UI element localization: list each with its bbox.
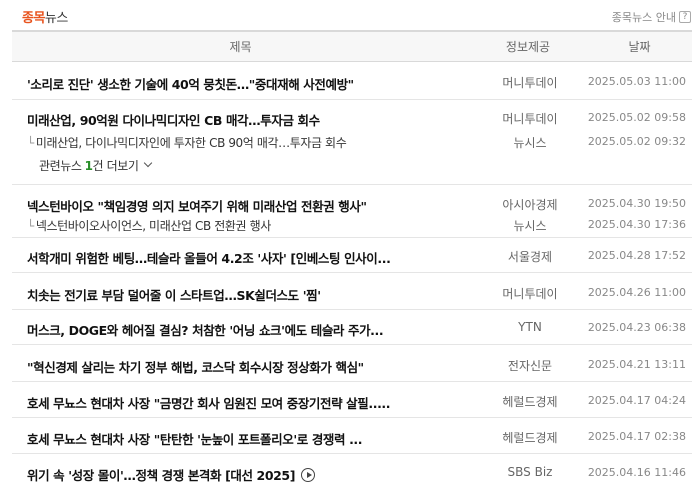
news-header: 종목뉴스 종목뉴스 안내 ? (0, 0, 699, 30)
chevron-down-icon (143, 158, 152, 168)
related-news-more-button[interactable]: 관련뉴스 1건 더보기 (12, 157, 469, 174)
news-guide-link[interactable]: 종목뉴스 안내 ? (612, 9, 691, 25)
news-source: 머니투데이 (469, 98, 587, 129)
related-news-count: 1 (84, 158, 93, 173)
news-date: 2025.05.02 09:58 (587, 98, 692, 129)
table-row: 호세 무뇨스 현대차 사장 "탄탄한 '눈높이 포트폴리오'로 경쟁력 ... … (12, 416, 692, 453)
help-icon: ? (679, 11, 691, 23)
news-source: 헤럴드경제 (469, 416, 587, 453)
news-source: 머니투데이 (469, 271, 587, 309)
column-header-title: 제목 (12, 30, 469, 62)
news-source: 아시아경제 (469, 184, 587, 215)
news-source: 뉴시스 (513, 135, 547, 150)
table-row: 넥스턴바이오 "책임경영 의지 보여주기 위해 미래산업 전환권 행사" 아시아… (12, 184, 692, 215)
table-header-row: 제목 정보제공 날짜 (12, 30, 692, 62)
branch-icon: └ (27, 135, 34, 150)
news-date: 2025.04.17 04:24 (587, 380, 692, 417)
news-title-link[interactable]: 미래산업, 90억원 다이나믹디자인 CB 매각…투자금 회수 (12, 110, 469, 129)
column-header-source: 정보제공 (469, 30, 587, 62)
news-title-link[interactable]: 머스크, DOGE와 헤어질 결심? 처참한 '어닝 쇼크'에도 테슬라 주가.… (12, 320, 469, 339)
related-news-title-link[interactable]: 넥스턴바이오사이언스, 미래산업 CB 전환권 행사 (36, 219, 271, 233)
news-date: 2025.05.03 11:00 (587, 74, 686, 88)
table-row: 호세 무뇨스 현대차 사장 "금명간 회사 임원진 모여 중장기전략 살필...… (12, 380, 692, 417)
section-title: 종목뉴스 (22, 7, 68, 26)
news-title-link[interactable]: 호세 무뇨스 현대차 사장 "탄탄한 '눈높이 포트폴리오'로 경쟁력 ... (12, 429, 469, 448)
news-date: 2025.04.17 02:38 (587, 416, 692, 453)
news-title-link[interactable]: 서학개미 위험한 베팅…테슬라 올들어 4.2조 '사자' [인베스팅 인사이.… (12, 248, 469, 267)
column-header-date: 날짜 (587, 30, 692, 62)
news-title-link[interactable]: "혁신경제 살리는 차기 정부 해법, 코스닥 회수시장 정상화가 핵심" (12, 357, 469, 376)
news-title-link[interactable]: 치솟는 전기료 부담 덜어줄 이 스타트업…SK쉴더스도 '찜' (12, 285, 469, 304)
table-row: 서학개미 위험한 베팅…테슬라 올들어 4.2조 '사자' [인베스팅 인사이.… (12, 236, 692, 272)
table-row: 머스크, DOGE와 헤어질 결심? 처참한 '어닝 쇼크'에도 테슬라 주가.… (12, 308, 692, 344)
section-title-rest: 뉴스 (44, 11, 68, 26)
news-date: 2025.05.02 09:32 (587, 134, 686, 148)
related-news-prefix: 관련뉴스 (39, 158, 82, 173)
table-row: '소리로 진단' 생소한 기술에 40억 뭉칫돈…"중대재해 사전예방" 머니투… (12, 61, 692, 99)
table-row: "혁신경제 살리는 차기 정부 해법, 코스닥 회수시장 정상화가 핵심" 전자… (12, 343, 692, 381)
related-news-suffix: 건 더보기 (92, 158, 139, 173)
news-source: YTN (469, 308, 587, 344)
news-source: SBS Biz (469, 452, 587, 489)
news-date: 2025.04.23 06:38 (587, 308, 692, 344)
table-subrow: └ 미래산업, 다이나믹디자인에 투자한 CB 90억 매각…투자금 회수 뉴시스… (12, 129, 692, 151)
news-source: 헤럴드경제 (469, 380, 587, 417)
news-title-link[interactable]: 호세 무뇨스 현대차 사장 "금명간 회사 임원진 모여 중장기전략 살필...… (12, 393, 469, 412)
news-title-link[interactable]: 넥스턴바이오 "책임경영 의지 보여주기 위해 미래산업 전환권 행사" (12, 196, 469, 215)
table-row: 위기 속 '성장 몰이'…정책 경쟁 본격화 [대선 2025] SBS Biz… (12, 452, 692, 489)
news-date: 2025.04.28 17:52 (587, 236, 692, 272)
table-subrow: └ 넥스턴바이오사이언스, 미래산업 CB 전환권 행사 뉴시스 2025.04.… (12, 215, 692, 237)
branch-icon: └ (27, 219, 34, 233)
news-source: 전자신문 (469, 343, 587, 381)
related-news-title-link[interactable]: 미래산업, 다이나믹디자인에 투자한 CB 90억 매각…투자금 회수 (36, 136, 347, 150)
table-row: 치솟는 전기료 부담 덜어줄 이 스타트업…SK쉴더스도 '찜' 머니투데이 2… (12, 271, 692, 309)
news-source: 서울경제 (469, 236, 587, 272)
related-news-row: 관련뉴스 1건 더보기 (12, 151, 692, 185)
news-title-link[interactable]: 위기 속 '성장 몰이'…정책 경쟁 본격화 [대선 2025] (27, 468, 295, 483)
news-table: 제목 정보제공 날짜 '소리로 진단' 생소한 기술에 40억 뭉칫돈…"중대재… (12, 30, 692, 489)
news-title-link[interactable]: '소리로 진단' 생소한 기술에 40억 뭉칫돈…"중대재해 사전예방" (12, 74, 469, 93)
news-date: 2025.04.30 19:50 (587, 184, 692, 215)
play-icon[interactable] (301, 467, 316, 482)
news-date: 2025.04.26 11:00 (587, 271, 692, 309)
news-guide-label: 종목뉴스 안내 (611, 11, 676, 24)
section-title-highlight: 종목 (22, 11, 45, 26)
news-date: 2025.04.21 13:11 (587, 343, 692, 381)
news-source: 뉴시스 (513, 219, 547, 233)
news-date: 2025.04.30 17:36 (587, 218, 686, 231)
news-source: 머니투데이 (502, 75, 558, 90)
news-date: 2025.04.16 11:46 (587, 452, 692, 489)
table-row: 미래산업, 90억원 다이나믹디자인 CB 매각…투자금 회수 머니투데이 20… (12, 98, 692, 129)
